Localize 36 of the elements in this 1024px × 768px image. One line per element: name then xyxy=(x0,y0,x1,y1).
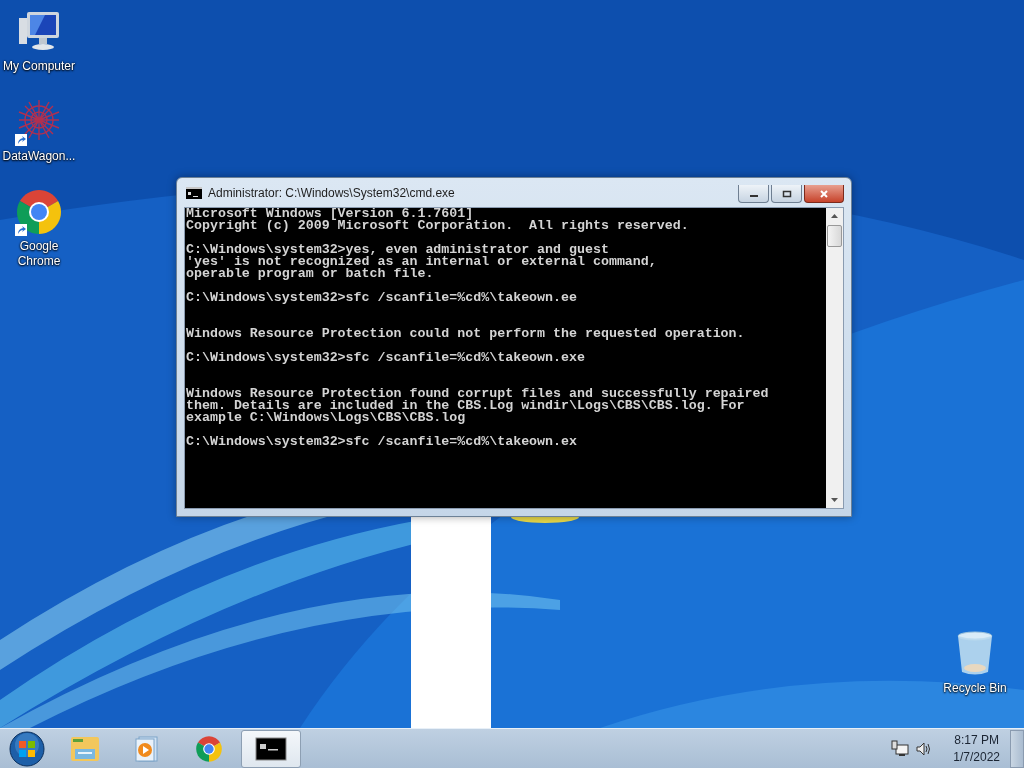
minimize-button[interactable] xyxy=(738,185,769,203)
console-line: example C:\Windows\Logs\CBS\CBS.log xyxy=(186,412,466,424)
folder-icon xyxy=(69,734,101,763)
chrome-icon[interactable] xyxy=(15,188,63,236)
maximize-icon xyxy=(781,189,792,198)
desktop-icon-label[interactable]: Recycle Bin xyxy=(936,681,1014,696)
console-line: C:\Windows\system32>yes, even administrator and guest xyxy=(186,244,609,256)
console-line: C:\Windows\system32>sfc /scanfile=%cd%\takeown.exe xyxy=(186,352,586,364)
chrome-icon xyxy=(193,734,225,763)
console-icon xyxy=(255,734,287,763)
desktop-icon-label[interactable]: DataWagon... xyxy=(0,149,78,164)
maximize-button[interactable] xyxy=(771,185,802,203)
console-line: Microsoft Windows [Version 6.1.7601] xyxy=(186,208,474,220)
clock-date[interactable]: 1/7/2022 xyxy=(953,748,1000,766)
scrollbar-thumb[interactable] xyxy=(827,225,842,247)
close-icon xyxy=(819,189,829,198)
shortcut-arrow-icon xyxy=(15,224,27,236)
console-line: Windows Resource Protection could not perform the requested operation. xyxy=(186,328,746,340)
close-button[interactable] xyxy=(804,185,844,203)
desktop-icon-label[interactable]: My Computer xyxy=(0,59,78,74)
clock-time[interactable]: 8:17 PM xyxy=(954,731,999,749)
window-title: Administrator: C:\Windows\System32\cmd.exe xyxy=(208,185,456,200)
desktop-icon-label[interactable]: Google Chrome xyxy=(14,239,64,269)
console-line: Windows Resource Protection found corrupt files and successfully repaired xyxy=(186,388,770,400)
console-line: C:\Windows\system32>sfc /scanfile=%cd%\takeown.ee xyxy=(186,292,578,304)
start-button[interactable] xyxy=(9,730,45,767)
taskbar-button[interactable] xyxy=(241,729,301,768)
network-icon[interactable] xyxy=(891,739,910,758)
console-line: them. Details are included in the CBS.Log windir\Logs\CBS\CBS.log. For xyxy=(186,400,745,412)
console-line: 'yes' is not recognized as an internal or external command, xyxy=(186,256,658,268)
console-line: C:\Windows\system32>sfc /scanfile=%cd%\takeown.ex xyxy=(186,436,578,448)
console-icon xyxy=(186,186,202,199)
console-line: Copyright (c) 2009 Microsoft Corporation. All rights reserved. xyxy=(186,220,690,232)
console-line: operable program or batch file. xyxy=(186,268,435,280)
scrollbar[interactable] xyxy=(826,208,843,508)
shortcut-arrow-icon xyxy=(15,134,27,146)
